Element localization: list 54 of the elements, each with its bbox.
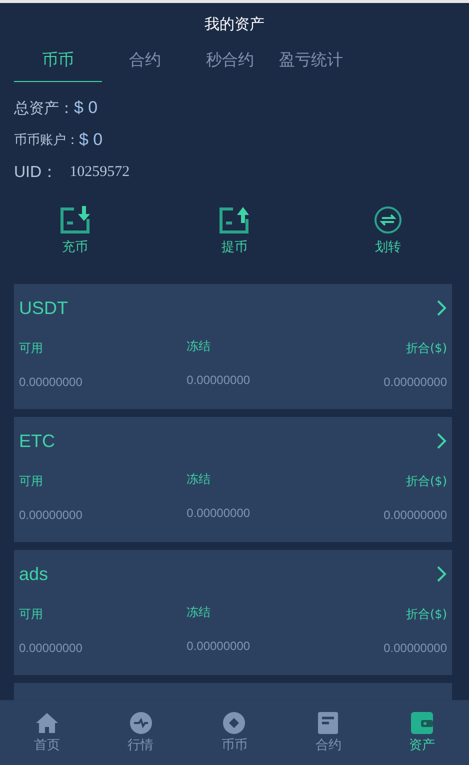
- balance-value: 0.00000000: [186, 639, 252, 655]
- column-label: 折合($): [405, 606, 447, 623]
- deposit-icon: [60, 206, 90, 234]
- document-icon: [318, 712, 338, 734]
- summary-value: $ 0: [79, 130, 103, 150]
- action-button[interactable]: 充币: [60, 206, 90, 284]
- tab[interactable]: 盈亏统计: [265, 41, 357, 82]
- action-button[interactable]: 划转: [374, 206, 402, 284]
- asset-card[interactable]: ETC 可用 冻结 折合($) 0.00000000 0.00000000 0.00000000: [14, 417, 452, 542]
- tab[interactable]: 秒合约: [194, 41, 266, 82]
- asset-name: ads: [19, 564, 48, 584]
- chevron-right-icon[interactable]: [437, 300, 447, 316]
- balance-value: 0.00000000: [382, 375, 447, 389]
- column-label: 折合($): [405, 473, 447, 490]
- asset-card[interactable]: USDT 可用 冻结 折合($) 0.00000000 0.00000000 0.00000000: [14, 284, 452, 409]
- exchange-icon: [130, 712, 152, 734]
- wallet-icon: [411, 712, 434, 734]
- page-title: 我的资产: [204, 14, 266, 35]
- column-label: 可用: [19, 606, 44, 623]
- transfer-icon: [374, 206, 402, 234]
- balance-value: 0.00000000: [186, 373, 252, 389]
- asset-card[interactable]: ads 可用 冻结 折合($) 0.00000000 0.00000000 0.00000000: [14, 550, 452, 675]
- summary-label: UID：: [14, 162, 58, 182]
- home-icon: [36, 712, 58, 734]
- action-button[interactable]: 提币: [219, 206, 250, 284]
- nav-tab[interactable]: 行情: [94, 701, 188, 765]
- balance-value: 0.00000000: [382, 641, 447, 655]
- summary-value: 10259572: [70, 164, 130, 180]
- column-label: 折合($): [405, 340, 447, 357]
- balance-value: 0.00000000: [19, 375, 84, 389]
- balance-value: 0.00000000: [19, 641, 84, 655]
- chevron-right-icon[interactable]: [437, 433, 447, 449]
- chevron-right-icon[interactable]: [437, 566, 447, 582]
- balance-value: 0.00000000: [19, 508, 84, 522]
- summary-value: $ 0: [74, 98, 98, 118]
- coin-icon: [223, 712, 246, 734]
- column-label: 冻结: [186, 604, 212, 621]
- tab[interactable]: 合约: [101, 41, 189, 82]
- column-label: 可用: [19, 473, 44, 490]
- nav-tab[interactable]: 首页: [0, 701, 94, 765]
- nav-tab[interactable]: 币币: [188, 701, 282, 765]
- balance-value: 0.00000000: [186, 506, 252, 522]
- withdraw-icon: [219, 206, 250, 234]
- tab[interactable]: 币币: [14, 41, 102, 82]
- column-label: 冻结: [186, 471, 212, 488]
- nav-tab[interactable]: 资产: [375, 701, 469, 765]
- summary-label: 币币账户：: [14, 132, 79, 149]
- column-label: 可用: [19, 340, 44, 357]
- summary-label: 总资产：: [14, 98, 74, 118]
- nav-tab[interactable]: 合约: [281, 701, 376, 765]
- asset-name: ETC: [19, 430, 55, 452]
- asset-name: USDT: [19, 298, 68, 318]
- balance-value: 0.00000000: [382, 508, 447, 522]
- column-label: 冻结: [186, 338, 212, 355]
